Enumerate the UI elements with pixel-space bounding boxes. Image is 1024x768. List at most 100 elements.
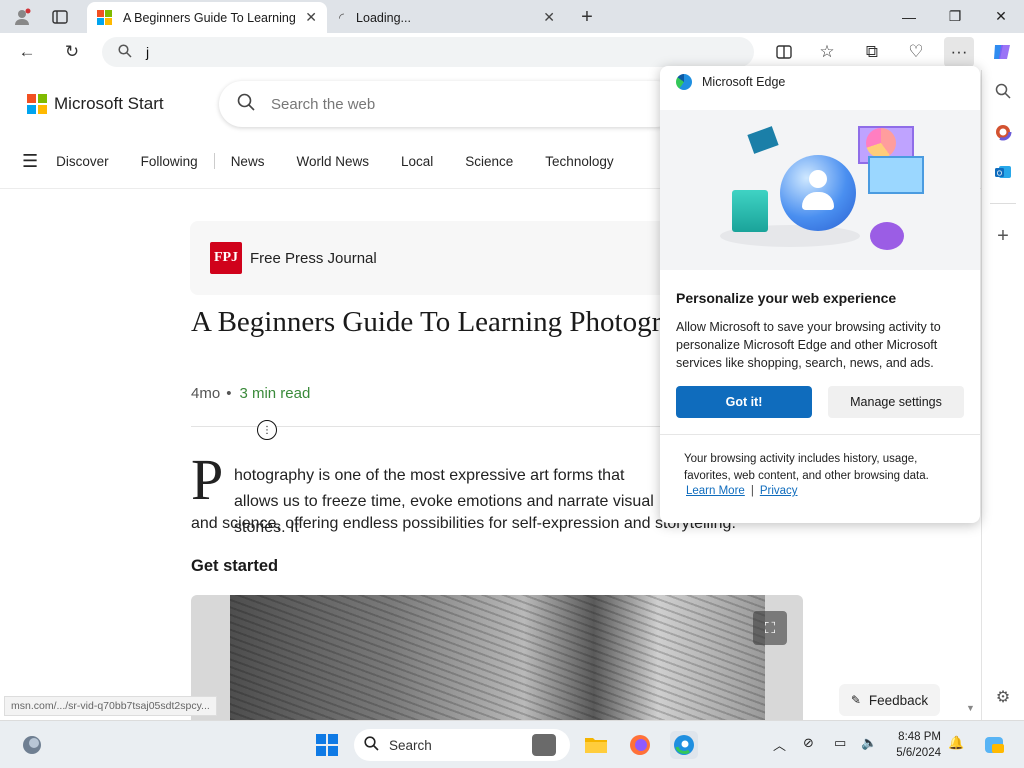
close-tab-icon[interactable]: ✕ — [543, 9, 555, 26]
search-highlight-icon — [532, 734, 556, 756]
popup-title: Personalize your web experience — [676, 290, 897, 306]
show-hidden-icons-icon[interactable]: ︿ — [773, 735, 786, 754]
copilot-icon[interactable] — [987, 37, 1017, 67]
article-age: 4mo — [191, 385, 221, 402]
tab-actions-icon[interactable] — [47, 4, 73, 30]
fullscreen-icon[interactable]: ⛶ — [753, 611, 787, 645]
close-tab-icon[interactable]: ✕ — [305, 9, 317, 26]
scroll-cursor-icon: ⋮ — [257, 420, 277, 440]
got-it-button[interactable]: Got it! — [676, 386, 812, 418]
scroll-down-arrow-icon[interactable]: ▼ — [966, 703, 975, 713]
new-tab-icon[interactable]: + — [574, 4, 600, 30]
article-meta: 4mo • ⏱ 3 min read — [191, 385, 310, 402]
refresh-icon[interactable]: ↻ — [57, 37, 87, 67]
settings-more-icon[interactable]: ··· — [944, 37, 974, 67]
collections-icon[interactable]: ⧉ — [857, 37, 887, 67]
widgets-icon[interactable] — [18, 731, 46, 759]
drop-cap: P — [191, 447, 224, 512]
nav-item-world-news[interactable]: World News — [296, 154, 369, 169]
nav-item-technology[interactable]: Technology — [545, 154, 613, 169]
taskbar-search[interactable]: Search — [354, 729, 570, 761]
nav-item-following[interactable]: Following — [141, 154, 198, 169]
windows-taskbar: Search ︿ ⊘ ▭ 🔈 8:48 PM 5/6/2024 🔔 — [0, 720, 1024, 768]
office-icon[interactable] — [990, 119, 1016, 145]
popup-header: Microsoft Edge — [676, 74, 785, 90]
nav-item-science[interactable]: Science — [465, 154, 513, 169]
notifications-icon[interactable]: 🔔 — [948, 735, 964, 751]
graph-screen-icon — [868, 156, 924, 194]
browser-essentials-icon[interactable]: ♡ — [901, 37, 931, 67]
system-clock[interactable]: 8:48 PM 5/6/2024 — [893, 729, 941, 761]
svg-text:O: O — [997, 171, 1003, 178]
learn-more-link[interactable]: Learn More — [686, 485, 745, 497]
outlook-icon[interactable]: O — [990, 159, 1016, 185]
category-nav: ☰ Discover Following News World News Loc… — [22, 150, 646, 172]
clock-time: 8:48 PM — [898, 731, 941, 743]
tab-strip: A Beginners Guide To Learning Photo ✕ ◜ … — [0, 0, 1024, 33]
nav-item-news[interactable]: News — [231, 154, 265, 169]
web-search-input[interactable]: Search the web — [219, 81, 679, 127]
volume-icon[interactable]: 🔈 — [861, 735, 877, 751]
privacy-link[interactable]: Privacy — [760, 485, 798, 497]
firefox-icon[interactable] — [626, 731, 654, 759]
source-card[interactable]: FPJ Free Press Journal — [190, 221, 710, 295]
minimize-icon[interactable]: — — [886, 0, 932, 33]
add-sidebar-app-icon[interactable]: + — [990, 223, 1016, 249]
display-icon[interactable]: ▭ — [834, 735, 846, 751]
popup-app-name: Microsoft Edge — [702, 75, 786, 89]
popup-footnote: Your browsing activity includes history,… — [684, 453, 929, 482]
taskbar-search-label: Search — [389, 737, 432, 753]
address-input[interactable]: j — [146, 44, 149, 60]
tab-title: A Beginners Guide To Learning Photo — [123, 10, 297, 25]
menu-icon[interactable]: ☰ — [22, 151, 38, 172]
edge-taskbar-icon[interactable] — [670, 731, 698, 759]
sidebar-settings-icon[interactable]: ⚙ — [990, 684, 1016, 710]
split-screen-icon[interactable] — [769, 37, 799, 67]
popup-description: Allow Microsoft to save your browsing ac… — [676, 320, 941, 370]
back-icon[interactable]: ← — [12, 37, 42, 67]
edge-logo-icon — [676, 74, 692, 90]
meta-bullet: • — [226, 385, 232, 402]
search-icon — [364, 735, 379, 755]
network-offline-icon[interactable]: ⊘ — [803, 735, 814, 751]
search-icon — [237, 93, 255, 116]
popup-divider — [660, 434, 980, 435]
tab-loading[interactable]: ◜ Loading... ✕ — [329, 2, 565, 33]
personalization-illustration — [660, 110, 980, 270]
manage-settings-button[interactable]: Manage settings — [828, 386, 964, 418]
link-status-bar: msn.com/.../sr-vid-q70bb7tsaj05sdt2spcy.… — [4, 696, 217, 716]
search-placeholder: Search the web — [271, 95, 376, 113]
sidebar-search-icon[interactable] — [990, 78, 1016, 104]
microsoft-start-logo[interactable]: Microsoft Start — [27, 94, 164, 114]
favorites-icon[interactable]: ☆ — [812, 37, 842, 67]
source-logo: FPJ — [210, 242, 242, 274]
close-window-icon[interactable]: ✕ — [978, 0, 1024, 33]
envelope-icon — [747, 126, 779, 154]
personalize-popup: Microsoft Edge Personalize your web expe… — [660, 66, 980, 523]
link-separator: | — [750, 485, 754, 497]
search-icon — [118, 43, 132, 61]
article-image[interactable]: ⛶ — [191, 595, 803, 720]
popup-links: Learn More | Privacy — [686, 485, 798, 497]
file-explorer-icon[interactable] — [582, 731, 610, 759]
nav-item-discover[interactable]: Discover — [56, 154, 109, 169]
shopping-bag-icon — [732, 190, 768, 232]
start-icon[interactable] — [313, 731, 341, 759]
brand-name: Microsoft Start — [54, 94, 164, 113]
feedback-icon: ✎ — [850, 693, 861, 707]
copilot-taskbar-icon[interactable] — [980, 731, 1008, 759]
loading-spinner-icon: ◜ — [339, 9, 345, 25]
feedback-button[interactable]: ✎ Feedback — [839, 684, 940, 716]
restore-icon[interactable]: ❐ — [932, 0, 978, 33]
tab-title: Loading... — [356, 10, 411, 25]
profile-icon[interactable] — [9, 4, 35, 30]
piggy-bank-icon — [870, 222, 904, 250]
pie-chart-icon — [866, 128, 896, 158]
microsoft-logo-icon — [27, 94, 47, 114]
address-bar[interactable]: j — [102, 37, 754, 67]
nav-item-local[interactable]: Local — [401, 154, 433, 169]
sidebar-divider — [990, 203, 1016, 204]
person-icon — [802, 170, 834, 214]
tab-article[interactable]: A Beginners Guide To Learning Photo ✕ — [87, 2, 327, 33]
clock-date: 5/6/2024 — [896, 747, 941, 759]
